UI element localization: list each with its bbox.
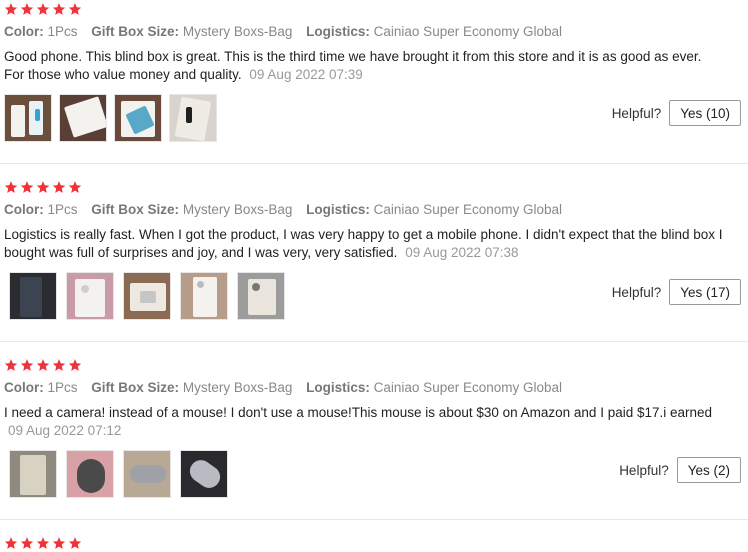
review-date: 09 Aug 2022 07:39 bbox=[249, 67, 363, 82]
review-photo[interactable] bbox=[123, 450, 171, 498]
review-divider bbox=[0, 519, 748, 520]
star-icon bbox=[52, 537, 66, 549]
star-icon bbox=[52, 181, 66, 193]
review-text: I need a camera! instead of a mouse! I d… bbox=[4, 404, 724, 440]
star-icon bbox=[68, 359, 82, 371]
review-date: 09 Aug 2022 07:38 bbox=[405, 245, 519, 260]
helpful-yes-button[interactable]: Yes (17) bbox=[669, 279, 741, 305]
star-icon bbox=[36, 359, 50, 371]
color-label: Color: bbox=[4, 24, 44, 39]
helpful-yes-button[interactable]: Yes (2) bbox=[676, 457, 741, 483]
star-icon bbox=[20, 181, 34, 193]
review-photo[interactable] bbox=[180, 272, 228, 320]
review-photo[interactable] bbox=[237, 272, 285, 320]
star-icon bbox=[68, 537, 82, 549]
helpful-label: Helpful? bbox=[611, 284, 662, 300]
star-rating bbox=[4, 180, 82, 196]
review-photos bbox=[9, 272, 285, 320]
logistics-label: Logistics: bbox=[306, 202, 370, 217]
logistics-value: Cainiao Super Economy Global bbox=[373, 24, 563, 39]
helpful-section: Helpful? Yes (17) bbox=[612, 279, 741, 305]
star-icon bbox=[4, 3, 18, 15]
review-photo[interactable] bbox=[169, 94, 217, 142]
color-value: 1Pcs bbox=[47, 24, 78, 39]
review-body: Logistics is really fast. When I got the… bbox=[4, 227, 723, 260]
review-date: 09 Aug 2022 07:12 bbox=[8, 423, 122, 438]
gift-box-size-value: Mystery Boxs-Bag bbox=[182, 24, 293, 39]
color-label: Color: bbox=[4, 202, 44, 217]
gift-box-size-label: Gift Box Size: bbox=[91, 202, 180, 217]
star-icon bbox=[68, 3, 82, 15]
review-photos bbox=[4, 94, 217, 142]
logistics-value: Cainiao Super Economy Global bbox=[373, 380, 563, 395]
helpful-section: Helpful? Yes (2) bbox=[619, 457, 741, 483]
star-icon bbox=[36, 181, 50, 193]
review-text: Logistics is really fast. When I got the… bbox=[4, 226, 734, 262]
gift-box-size-value: Mystery Boxs-Bag bbox=[182, 202, 293, 217]
review-text: Good phone. This blind box is great. Thi… bbox=[4, 48, 724, 84]
star-rating bbox=[4, 358, 82, 374]
helpful-label: Helpful? bbox=[619, 462, 669, 478]
review-photo[interactable] bbox=[9, 450, 57, 498]
star-icon bbox=[52, 359, 66, 371]
color-value: 1Pcs bbox=[47, 380, 78, 395]
gift-box-size-label: Gift Box Size: bbox=[91, 24, 180, 39]
star-icon bbox=[4, 181, 18, 193]
logistics-value: Cainiao Super Economy Global bbox=[373, 202, 563, 217]
star-rating bbox=[4, 2, 82, 18]
review-photo[interactable] bbox=[123, 272, 171, 320]
helpful-label: Helpful? bbox=[611, 105, 662, 121]
review-body: I need a camera! instead of a mouse! I d… bbox=[4, 405, 713, 420]
review-photo[interactable] bbox=[66, 450, 114, 498]
color-label: Color: bbox=[4, 380, 44, 395]
star-icon bbox=[4, 359, 18, 371]
review-divider bbox=[0, 341, 748, 342]
logistics-label: Logistics: bbox=[306, 24, 370, 39]
review-meta: Color: 1Pcs Gift Box Size: Mystery Boxs-… bbox=[4, 202, 562, 217]
review-divider bbox=[0, 163, 748, 164]
review-photos bbox=[9, 450, 228, 498]
gift-box-size-value: Mystery Boxs-Bag bbox=[182, 380, 293, 395]
star-icon bbox=[68, 181, 82, 193]
gift-box-size-label: Gift Box Size: bbox=[91, 380, 180, 395]
star-icon bbox=[36, 537, 50, 549]
review-meta: Color: 1Pcs Gift Box Size: Mystery Boxs-… bbox=[4, 380, 562, 395]
review-photo[interactable] bbox=[4, 94, 52, 142]
color-value: 1Pcs bbox=[47, 202, 78, 217]
star-icon bbox=[20, 3, 34, 15]
helpful-yes-button[interactable]: Yes (10) bbox=[669, 100, 741, 126]
review-photo[interactable] bbox=[59, 94, 107, 142]
review-photo[interactable] bbox=[9, 272, 57, 320]
star-icon bbox=[20, 537, 34, 549]
star-icon bbox=[20, 359, 34, 371]
star-icon bbox=[4, 537, 18, 549]
star-icon bbox=[52, 3, 66, 15]
helpful-section: Helpful? Yes (10) bbox=[612, 100, 741, 126]
star-icon bbox=[36, 3, 50, 15]
review-meta: Color: 1Pcs Gift Box Size: Mystery Boxs-… bbox=[4, 24, 562, 39]
review-photo[interactable] bbox=[114, 94, 162, 142]
review-photo[interactable] bbox=[180, 450, 228, 498]
review-photo[interactable] bbox=[66, 272, 114, 320]
logistics-label: Logistics: bbox=[306, 380, 370, 395]
star-rating bbox=[4, 536, 82, 552]
